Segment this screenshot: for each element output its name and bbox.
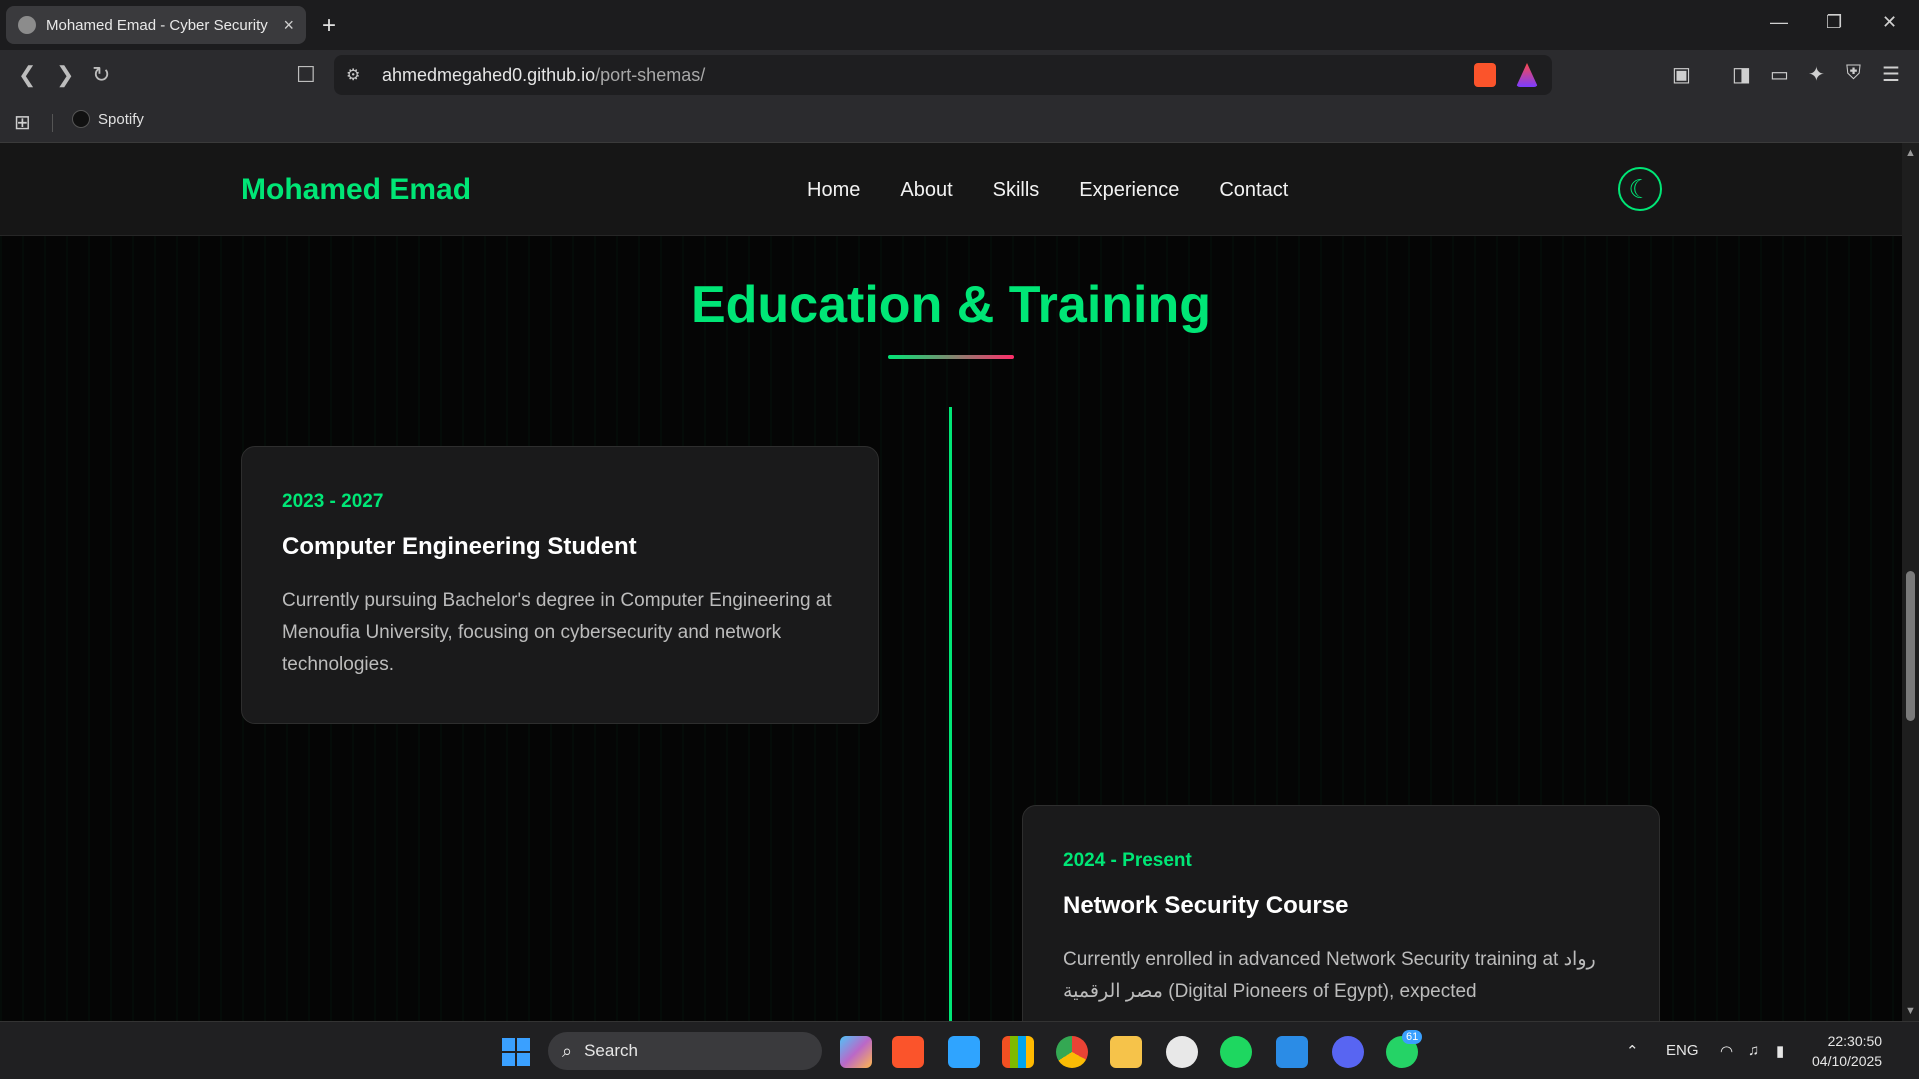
reader-mode-icon[interactable]: ▣ xyxy=(1672,62,1691,87)
tab-close-icon[interactable]: × xyxy=(283,15,294,36)
battery-icon[interactable]: ▮ xyxy=(1776,1042,1784,1060)
address-bar[interactable]: ⚙ ahmedmegahed0.github.io/port-shemas/ xyxy=(334,55,1552,95)
timeline-description: Currently enrolled in advanced Network S… xyxy=(1063,949,1596,1002)
scroll-up-arrow-icon[interactable]: ▲ xyxy=(1905,147,1916,159)
section-title: Education & Training xyxy=(690,276,1212,334)
weather-app-icon[interactable] xyxy=(948,1036,980,1068)
menu-icon[interactable]: ☰ xyxy=(1882,62,1900,87)
copilot-icon[interactable] xyxy=(840,1036,872,1068)
apps-grid-icon[interactable]: ⊞ xyxy=(14,110,31,135)
bookmarks-divider xyxy=(52,114,53,132)
brave-shields-icon[interactable] xyxy=(1474,63,1496,87)
browser-tab[interactable]: Mohamed Emad - Cyber Security × xyxy=(6,6,306,44)
minimize-button[interactable]: — xyxy=(1770,12,1788,33)
search-icon: ⌕ xyxy=(562,1040,573,1061)
whatsapp-notification-badge: 61 xyxy=(1402,1030,1423,1044)
bookmarks-bar: ⊞ Spotify xyxy=(0,100,1919,143)
browser-tab-bar: Mohamed Emad - Cyber Security × + — ❐ ✕ xyxy=(0,0,1919,50)
wifi-icon[interactable]: ◠ xyxy=(1720,1042,1733,1060)
nav-home[interactable]: Home xyxy=(807,179,860,202)
nav-experience[interactable]: Experience xyxy=(1079,179,1179,202)
url-text[interactable]: ahmedmegahed0.github.io/port-shemas/ xyxy=(382,65,705,86)
page-scrollbar[interactable]: ▲ ▼ xyxy=(1902,143,1919,1021)
site-header: Mohamed Emad Home About Skills Experienc… xyxy=(0,143,1902,236)
timeline-title: Network Security Course xyxy=(1063,892,1349,919)
site-brand[interactable]: Mohamed Emad xyxy=(241,173,471,207)
timeline-description: Currently pursuing Bachelor's degree in … xyxy=(282,590,832,675)
bookmark-spotify[interactable]: Spotify xyxy=(72,110,144,128)
chrome-icon[interactable] xyxy=(1056,1036,1088,1068)
site-nav: Home About Skills Experience Contact xyxy=(807,179,1288,202)
language-indicator[interactable]: ENG xyxy=(1666,1042,1699,1059)
microsoft-store-icon[interactable] xyxy=(1002,1036,1034,1068)
scroll-down-arrow-icon[interactable]: ▼ xyxy=(1905,1005,1916,1017)
spotify-taskbar-icon[interactable] xyxy=(1220,1036,1252,1068)
sidebar-icon[interactable]: ◨ xyxy=(1732,62,1751,87)
new-tab-button[interactable]: + xyxy=(322,12,336,40)
nav-skills[interactable]: Skills xyxy=(993,179,1040,202)
taskbar-clock[interactable]: 22:30:50 04/10/2025 xyxy=(1812,1031,1882,1071)
timeline-line xyxy=(949,407,952,1021)
nav-about[interactable]: About xyxy=(900,179,952,202)
site-settings-icon[interactable]: ⚙ xyxy=(346,65,360,85)
chatgpt-icon[interactable] xyxy=(1166,1036,1198,1068)
reload-icon[interactable]: ↻ xyxy=(92,62,110,88)
maximize-button[interactable]: ❐ xyxy=(1826,12,1842,33)
spotify-icon xyxy=(72,110,90,128)
file-explorer-icon[interactable] xyxy=(1110,1036,1142,1068)
taskbar-search[interactable]: ⌕ Search xyxy=(548,1032,822,1070)
leo-ai-icon[interactable]: ✦ xyxy=(1808,62,1825,87)
tray-expand-icon[interactable]: ⌃ xyxy=(1626,1042,1639,1060)
forward-icon[interactable]: ❯ xyxy=(56,62,74,88)
timeline-title: Computer Engineering Student xyxy=(282,533,637,560)
timeline-card: 2023 - 2027 Computer Engineering Student… xyxy=(241,446,879,724)
tab-title: Mohamed Emad - Cyber Security xyxy=(46,16,268,34)
timeline-card: 2024 - Present Network Security Course C… xyxy=(1022,805,1660,1021)
scrollbar-thumb[interactable] xyxy=(1906,571,1915,721)
clock-time: 22:30:50 xyxy=(1827,1033,1883,1049)
clock-date: 04/10/2025 xyxy=(1812,1053,1883,1069)
close-window-button[interactable]: ✕ xyxy=(1882,12,1897,33)
bookmark-icon[interactable]: ☐ xyxy=(296,62,316,88)
timeline-date: 2023 - 2027 xyxy=(282,491,384,512)
globe-icon xyxy=(18,16,36,34)
back-icon[interactable]: ❮ xyxy=(18,62,36,88)
wallet-icon[interactable]: ▭ xyxy=(1770,62,1789,87)
timeline-date: 2024 - Present xyxy=(1063,850,1192,871)
vpn-shield-icon[interactable]: ⛨ xyxy=(1846,62,1861,85)
windows-start-icon[interactable] xyxy=(502,1038,530,1066)
discord-icon[interactable] xyxy=(1332,1036,1364,1068)
theme-toggle-moon-icon[interactable]: ☾ xyxy=(1618,167,1662,211)
brave-browser-icon[interactable] xyxy=(892,1036,924,1068)
title-underline xyxy=(888,355,1014,359)
nav-contact[interactable]: Contact xyxy=(1219,179,1288,202)
vscode-icon[interactable] xyxy=(1276,1036,1308,1068)
web-page: Mohamed Emad Home About Skills Experienc… xyxy=(0,143,1902,1021)
volume-icon[interactable]: ♫ xyxy=(1748,1042,1759,1059)
windows-taskbar: ⌕ Search 61 ⌃ ENG ◠ ♫ ▮ 22:30:50 04/10/2… xyxy=(0,1021,1919,1079)
